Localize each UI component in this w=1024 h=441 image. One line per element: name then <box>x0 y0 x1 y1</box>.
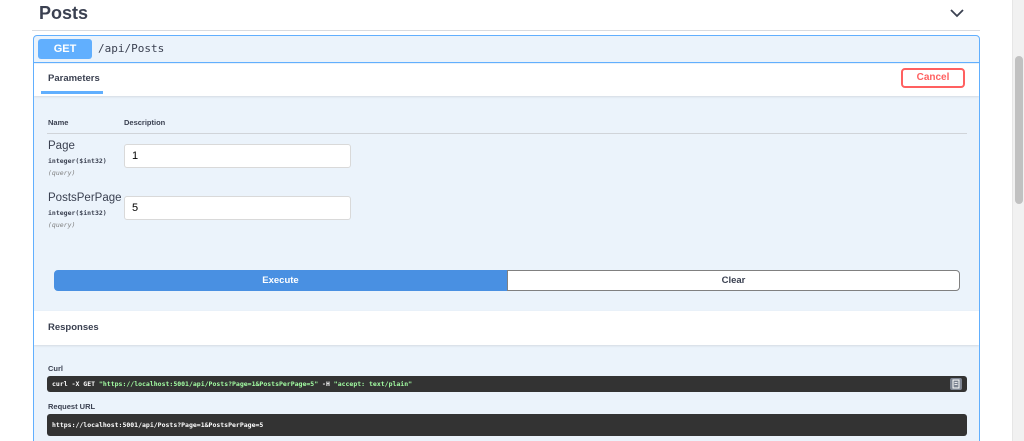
section-title: Posts <box>39 3 89 23</box>
request-url-value: https://localhost:5001/api/Posts?Page=1&… <box>52 421 264 429</box>
param-name: Page <box>48 140 75 152</box>
param-name: PostsPerPage <box>48 192 122 204</box>
page-scrollbar[interactable] <box>1012 0 1024 441</box>
curl-code-block[interactable]: curl -X GET "https://localhost:5001/api/… <box>47 376 967 392</box>
page-input[interactable] <box>124 144 351 168</box>
clear-button[interactable]: Clear <box>507 270 960 291</box>
operation-path: /api/Posts <box>98 42 165 55</box>
execute-button[interactable]: Execute <box>54 270 507 291</box>
execute-wrapper: Execute Clear <box>54 270 960 291</box>
param-location: (query) <box>48 221 76 229</box>
swagger-page: Posts GET /api/Posts Parameters Cancel N… <box>0 0 1012 441</box>
param-type: integer($int32) <box>48 209 107 217</box>
curl-url: "https://localhost:5001/api/Posts?Page=1… <box>98 380 319 388</box>
operation-summary[interactable]: GET /api/Posts <box>34 36 979 63</box>
tab-active-indicator <box>41 91 103 94</box>
column-header-name: Name <box>48 118 69 127</box>
curl-header: "accept: text/plain" <box>333 380 413 388</box>
param-location: (query) <box>48 169 76 177</box>
curl-flag: -H <box>318 380 334 388</box>
tab-parameters[interactable]: Parameters <box>48 73 100 84</box>
operation-block: GET /api/Posts Parameters Cancel Name De… <box>33 35 980 441</box>
copy-to-clipboard-icon[interactable] <box>950 378 962 390</box>
column-header-description: Description <box>124 118 166 127</box>
responses-title: Responses <box>48 322 99 333</box>
cancel-button[interactable]: Cancel <box>901 68 965 88</box>
request-url-block[interactable]: https://localhost:5001/api/Posts?Page=1&… <box>47 414 967 436</box>
curl-prefix: curl -X GET <box>52 380 99 388</box>
param-type: integer($int32) <box>48 157 107 165</box>
posts-per-page-input[interactable] <box>124 196 351 220</box>
curl-label: Curl <box>48 364 63 373</box>
method-badge: GET <box>38 39 92 59</box>
responses-header: Responses <box>34 311 979 345</box>
chevron-down-icon[interactable] <box>946 4 968 22</box>
parameters-header: Parameters Cancel <box>34 64 979 96</box>
header-divider <box>47 133 967 134</box>
request-url-label: Request URL <box>48 402 96 411</box>
tag-section-header[interactable]: Posts <box>32 0 980 31</box>
scrollbar-thumb[interactable] <box>1015 56 1023 204</box>
